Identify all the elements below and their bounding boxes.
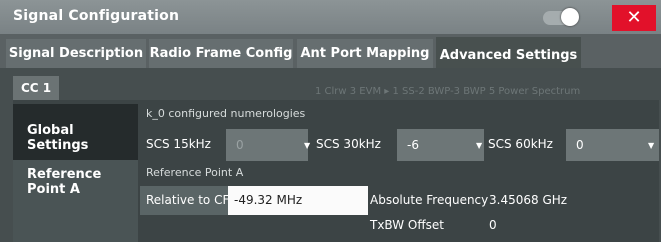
tab-advanced-settings[interactable]: Advanced Settings [436,37,581,71]
tab-cc1[interactable]: CC 1 [13,76,59,100]
tab-signal-description[interactable]: Signal Description [6,39,146,69]
sidebar-item-reference-point-a[interactable]: Reference Point A [13,160,138,242]
absolute-frequency-value: 3.45068 GHz [489,193,568,207]
dialog-title: Signal Configuration [13,8,180,24]
toggle-knob[interactable] [561,8,579,26]
tab-ant-port-mapping[interactable]: Ant Port Mapping [297,39,433,69]
scs30-select[interactable]: -6 [397,129,484,161]
numerologies-section-label: k_0 configured numerologies [146,107,306,120]
background-window-labels: 1 Clrw 3 EVM ▸ 1 SS-2 BWP-3 BWP 5 Power … [315,86,581,97]
txbw-offset-label: TxBW Offset [370,218,444,232]
scs30-chevron-down-icon[interactable]: ▼ [476,141,482,150]
tab-radio-frame-config[interactable]: Radio Frame Config [149,39,293,69]
close-button[interactable]: ✕ [612,5,656,31]
scs60-label: SCS 60kHz [488,137,553,151]
scs60-select[interactable]: 0 [566,129,659,161]
absolute-frequency-label: Absolute Frequency [370,193,489,207]
scs30-label: SCS 30kHz [316,137,381,151]
scs15-chevron-down-icon[interactable]: ▼ [304,141,310,150]
relative-to-cf-input[interactable]: -49.32 MHz [228,186,368,215]
reference-section-label: Reference Point A [146,166,244,179]
scs60-chevron-down-icon[interactable]: ▼ [648,141,654,150]
scs15-select[interactable]: 0 [226,129,308,161]
scs15-label: SCS 15kHz [146,137,211,151]
sidebar-item-global-settings[interactable]: Global Settings [13,104,138,160]
txbw-offset-value: 0 [489,218,497,232]
relative-to-cf-label: Relative to CF [146,193,230,207]
